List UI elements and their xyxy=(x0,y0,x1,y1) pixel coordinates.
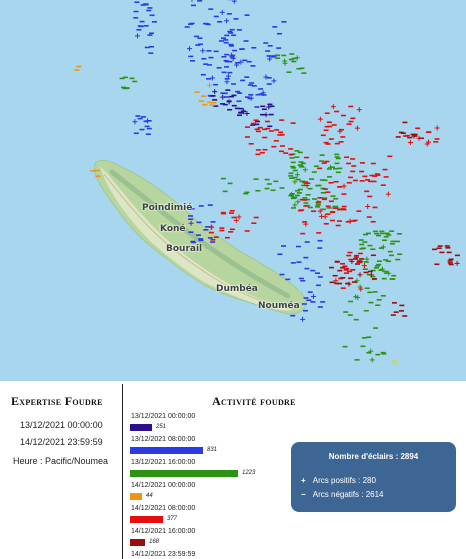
period-bar xyxy=(130,493,142,500)
strike-count-box: Nombre d'éclairs : 2894 + Arcs positifs … xyxy=(291,442,456,512)
expertise-panel: Expertise Foudre 13/12/2021 00:00:00 14/… xyxy=(0,381,122,559)
negative-arcs-row: − Arcs négatifs : 2614 xyxy=(301,490,384,499)
period-bar xyxy=(130,539,145,546)
end-date: 14/12/2021 23:59:59 xyxy=(20,437,103,447)
positive-arcs-row: + Arcs positifs : 280 xyxy=(301,476,376,485)
minus-icon: − xyxy=(301,490,306,499)
timezone-label: Heure : Pacific/Noumea xyxy=(13,456,109,466)
panel-divider xyxy=(122,384,123,559)
period-label: 14/12/2021 08:00:00 xyxy=(131,505,196,512)
activity-title: Activité foudre xyxy=(212,394,296,408)
period-bar xyxy=(130,447,203,454)
start-date: 13/12/2021 00:00:00 xyxy=(20,420,103,430)
period-bar xyxy=(130,516,163,523)
expertise-title: Expertise Foudre xyxy=(11,394,103,408)
period-label: 14/12/2021 00:00:00 xyxy=(131,482,196,489)
isle-of-pines xyxy=(391,359,399,365)
islet xyxy=(298,290,302,294)
positive-arcs-label: Arcs positifs : 280 xyxy=(312,476,376,485)
period-count: 251 xyxy=(156,424,167,430)
period-count: 377 xyxy=(167,516,178,522)
place-kone: Koné xyxy=(160,224,186,234)
map-canvas xyxy=(0,0,466,381)
period-label: 13/12/2021 08:00:00 xyxy=(131,436,196,443)
place-dumbea: Dumbéa xyxy=(216,284,258,294)
place-noumea: Nouméa xyxy=(258,301,300,311)
period-label: 14/12/2021 16:00:00 xyxy=(131,528,196,535)
lightning-map[interactable]: Poindimié Koné Bourail Dumbéa Nouméa xyxy=(0,0,466,381)
period-bar xyxy=(130,470,238,477)
period-count: 1223 xyxy=(242,470,256,476)
period-label: 13/12/2021 16:00:00 xyxy=(131,459,196,466)
period-count: 168 xyxy=(149,539,160,545)
period-count: 44 xyxy=(146,493,153,499)
negative-arcs-label: Arcs négatifs : 2614 xyxy=(312,490,384,499)
period-bar xyxy=(130,424,152,431)
place-bourail: Bourail xyxy=(166,244,203,254)
period-end-label: 14/12/2021 23:59:59 xyxy=(131,551,196,558)
period-label: 13/12/2021 00:00:00 xyxy=(131,413,196,420)
period-count: 831 xyxy=(207,447,218,453)
place-poindimie: Poindimié xyxy=(142,203,193,213)
strike-count-title: Nombre d'éclairs : 2894 xyxy=(328,452,419,461)
plus-icon: + xyxy=(301,476,306,485)
